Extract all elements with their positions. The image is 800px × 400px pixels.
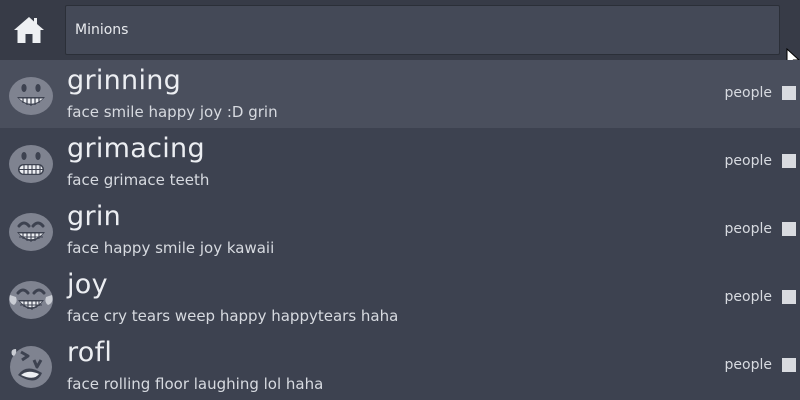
result-name: joy	[67, 269, 108, 300]
result-checkbox[interactable]	[782, 154, 796, 168]
result-checkbox[interactable]	[782, 222, 796, 236]
result-checkbox[interactable]	[782, 290, 796, 304]
result-checkbox[interactable]	[782, 86, 796, 100]
result-name: grinning	[67, 65, 182, 96]
result-row-grin[interactable]: grin face happy smile joy kawaii people	[0, 196, 800, 264]
result-name: grin	[67, 201, 122, 232]
result-row-grinning[interactable]: grinning face smile happy joy :D grin pe…	[0, 60, 800, 128]
result-category: people	[724, 85, 772, 101]
result-category: people	[724, 221, 772, 237]
result-category: people	[724, 289, 772, 305]
result-keywords: face smile happy joy :D grin	[67, 103, 278, 121]
result-keywords: face happy smile joy kawaii	[67, 239, 275, 257]
search-input[interactable]	[75, 22, 770, 38]
result-name: rofl	[67, 337, 113, 368]
grin-face-icon	[9, 213, 53, 251]
result-keywords: face rolling floor laughing lol haha	[67, 375, 324, 393]
result-checkbox[interactable]	[782, 358, 796, 372]
joy-face-icon	[9, 281, 53, 319]
search-field[interactable]	[65, 5, 780, 55]
result-row-rofl[interactable]: rofl face rolling floor laughing lol hah…	[0, 332, 800, 400]
rofl-face-icon	[10, 346, 52, 388]
result-category: people	[724, 153, 772, 169]
result-keywords: face grimace teeth	[67, 171, 210, 189]
home-button[interactable]	[6, 8, 52, 52]
result-row-joy[interactable]: joy face cry tears weep happy happytears…	[0, 264, 800, 332]
home-icon	[14, 17, 44, 43]
grimacing-face-icon	[9, 145, 53, 183]
results-list: grinning face smile happy joy :D grin pe…	[0, 60, 800, 400]
result-row-grimacing[interactable]: grimacing face grimace teeth people	[0, 128, 800, 196]
result-category: people	[724, 357, 772, 373]
grinning-face-icon	[9, 77, 53, 115]
top-bar	[0, 0, 800, 60]
result-name: grimacing	[67, 133, 205, 164]
result-keywords: face cry tears weep happy happytears hah…	[67, 307, 399, 325]
